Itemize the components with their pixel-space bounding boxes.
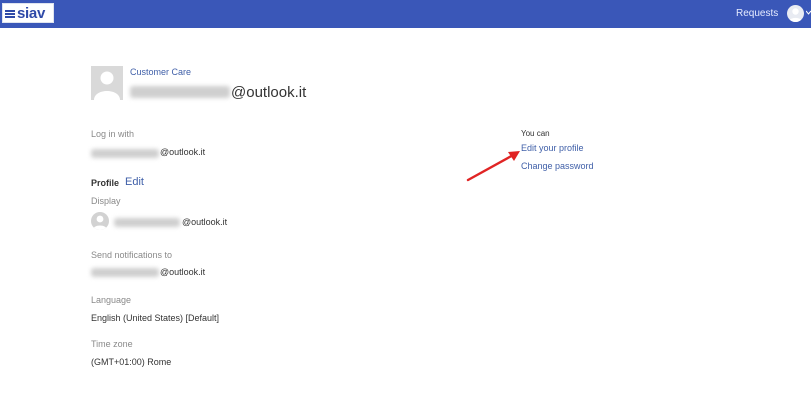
login-label: Log in with: [91, 129, 135, 139]
notifications-email-domain: @outlook.it: [160, 267, 206, 277]
user-silhouette-icon: [789, 8, 802, 22]
redacted-login-email: [91, 149, 159, 158]
chevron-down-icon[interactable]: [806, 10, 811, 16]
change-password-link[interactable]: Change password: [521, 162, 594, 171]
siav-logo[interactable]: siav: [2, 3, 54, 23]
logo-mark-icon: [5, 9, 15, 18]
redacted-notification-email: [91, 268, 159, 277]
redacted-username: [130, 86, 230, 98]
login-email-domain: @outlook.it: [160, 147, 206, 157]
timezone-label: Time zone: [91, 339, 133, 349]
redacted-display-email: [114, 218, 180, 227]
top-navigation-bar: siav Requests: [0, 0, 811, 28]
side-heading: You can: [521, 129, 550, 138]
profile-avatar: [91, 66, 123, 100]
organization-name[interactable]: Customer Care: [130, 68, 191, 77]
user-avatar-icon[interactable]: [787, 5, 804, 22]
notifications-label: Send notifications to: [91, 250, 173, 260]
user-silhouette-icon: [93, 215, 107, 230]
timezone-value: (GMT+01:00) Rome: [91, 357, 172, 367]
edit-profile-link[interactable]: Edit your profile: [521, 144, 584, 153]
user-silhouette-icon: [94, 71, 120, 100]
language-label: Language: [91, 295, 132, 305]
logo-text: siav: [17, 4, 45, 22]
profile-email-domain: @outlook.it: [231, 84, 307, 101]
requests-link[interactable]: Requests: [736, 8, 778, 19]
language-value: English (United States) [Default]: [91, 313, 220, 323]
display-email-domain: @outlook.it: [182, 217, 228, 227]
red-arrow-annotation-icon: [466, 151, 520, 182]
profile-edit-link[interactable]: Edit: [125, 177, 144, 188]
profile-section-title: Profile: [91, 178, 120, 188]
display-label: Display: [91, 196, 121, 206]
display-avatar: [91, 212, 109, 230]
